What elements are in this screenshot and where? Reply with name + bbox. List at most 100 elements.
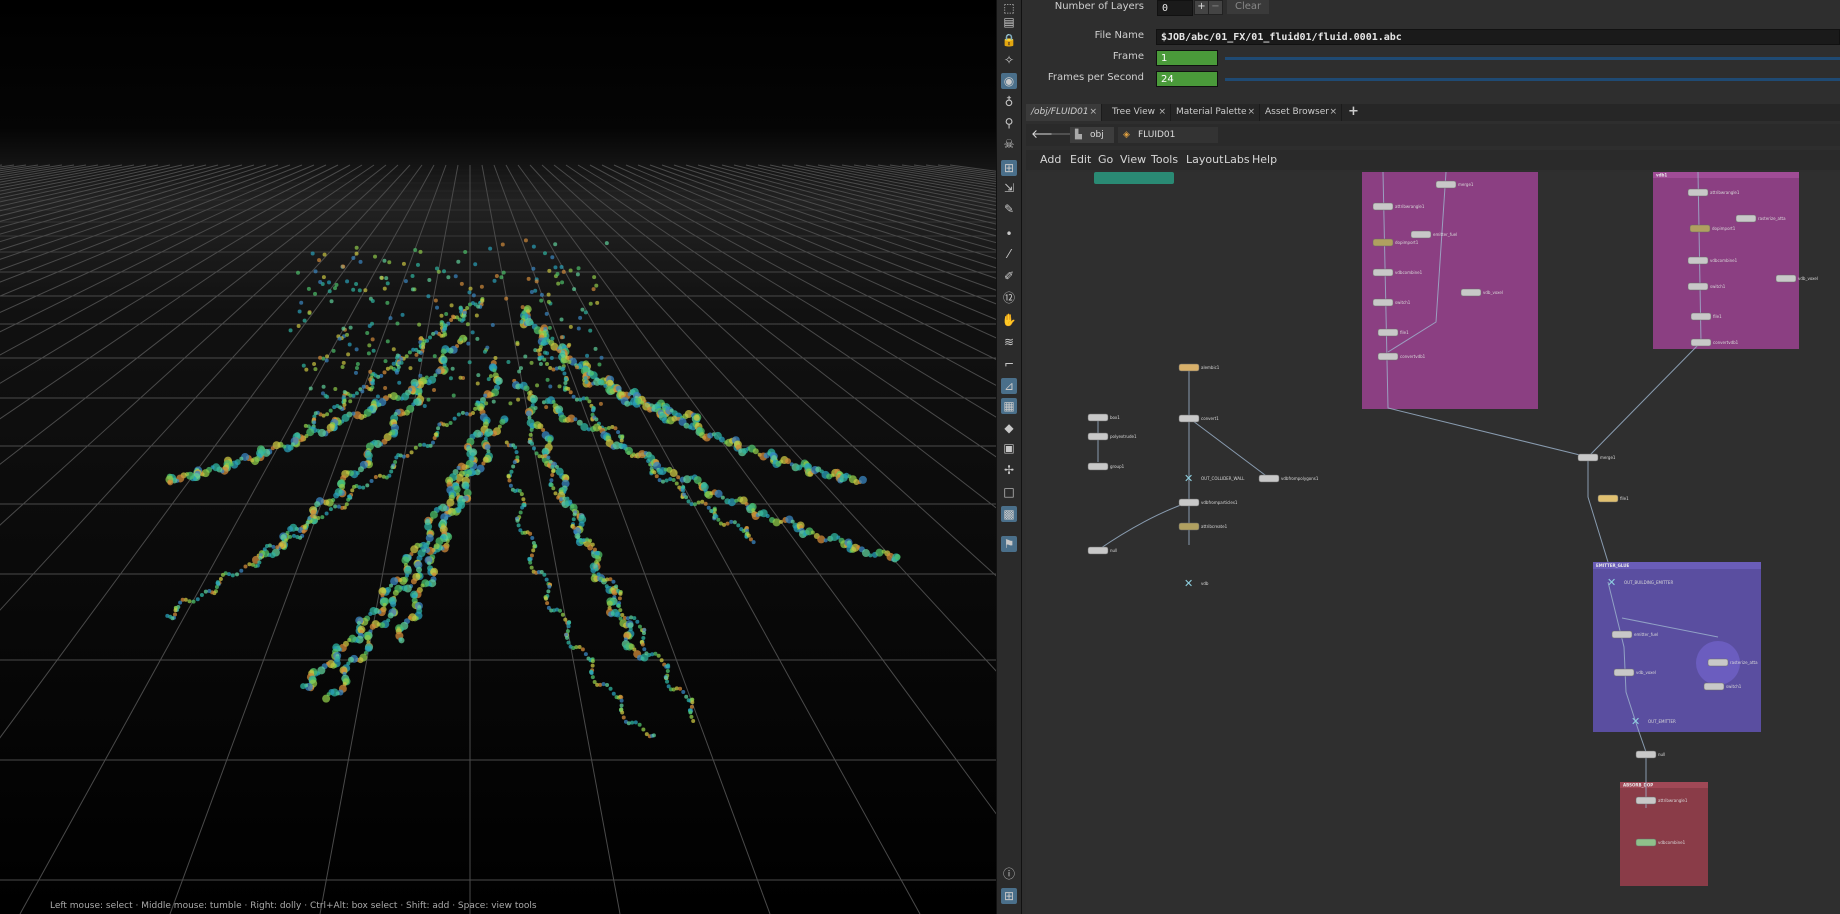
fps-input[interactable]: 24: [1156, 71, 1218, 87]
path-root[interactable]: ▙ obj: [1070, 127, 1114, 143]
network-node-OUT_COLLIDER_WALL[interactable]: ✕ OUT_COLLIDER_WALL: [1184, 472, 1245, 485]
emitter-network-box[interactable]: [1593, 562, 1761, 732]
diamond-icon[interactable]: ◆: [1001, 420, 1017, 436]
file-name-input[interactable]: $JOB/abc/01_FX/01_fluid01/fluid.0001.abc: [1156, 29, 1840, 45]
network-node-emitter_fuel[interactable]: emitter_fuel: [1611, 630, 1658, 639]
network-node-attribwrangle1[interactable]: attribwrangle1: [1372, 202, 1425, 211]
image-icon[interactable]: ▣: [1001, 440, 1017, 456]
network-node-rasterize_atta[interactable]: rasterize_atta: [1735, 214, 1786, 223]
network-node-box1[interactable]: box1: [1087, 413, 1120, 422]
network-node-convertvdb1[interactable]: convertvdb1: [1377, 352, 1426, 361]
network-node-merge1[interactable]: merge1: [1435, 180, 1474, 189]
menu-go[interactable]: Go: [1098, 150, 1113, 170]
network-node-vdbcombine1[interactable]: vdbcombine1: [1687, 256, 1738, 265]
network-node-dopimport1[interactable]: dopimport1: [1372, 238, 1419, 247]
add-tab-button[interactable]: +: [1344, 104, 1362, 121]
network-node-switch1[interactable]: switch1: [1687, 282, 1726, 291]
network-node-emitter_fuel[interactable]: emitter_fuel: [1410, 230, 1457, 239]
network-node-convert1[interactable]: convert1: [1178, 414, 1219, 423]
menu-help[interactable]: Help: [1252, 150, 1277, 170]
network-canvas[interactable]: vdb1 EMITTER_GLUE ABSORB_DOP alembic1con…: [1026, 172, 1840, 914]
viewport-canvas[interactable]: [0, 0, 996, 914]
network-node-polyextrude1[interactable]: polyextrude1: [1087, 432, 1137, 441]
close-icon[interactable]: ×: [1089, 104, 1097, 121]
network-node-attribwrangle1[interactable]: attribwrangle1: [1687, 188, 1740, 197]
menu-labs[interactable]: Labs: [1224, 150, 1250, 170]
menu-view[interactable]: View: [1120, 150, 1146, 170]
node-body: [1687, 256, 1709, 265]
menu-tools[interactable]: Tools: [1151, 150, 1178, 170]
pose-icon[interactable]: ⇲: [1001, 180, 1017, 196]
network-node-rasterize_atta[interactable]: rasterize_atta: [1707, 658, 1758, 667]
network-node-attribwrangle1[interactable]: attribwrangle1: [1635, 796, 1688, 805]
network-node-null[interactable]: null: [1087, 546, 1117, 555]
viewport-3d[interactable]: Left mouse: select · Middle mouse: tumbl…: [0, 0, 996, 914]
network-node-null[interactable]: null: [1635, 750, 1665, 759]
remove-layer-button[interactable]: −: [1208, 0, 1223, 15]
sphere-icon[interactable]: ◉: [1001, 73, 1017, 89]
view-icon[interactable]: ✧: [1001, 52, 1017, 68]
square-icon[interactable]: □: [1001, 484, 1017, 500]
frame-input[interactable]: 1: [1156, 50, 1218, 66]
add-layer-button[interactable]: +: [1194, 0, 1209, 15]
pen-icon[interactable]: ✐: [1001, 268, 1017, 284]
brush-icon[interactable]: ⁄: [1001, 246, 1017, 262]
info-icon[interactable]: ⓘ: [1001, 866, 1017, 882]
skull-icon[interactable]: ☠: [1001, 136, 1017, 152]
network-node-merge1[interactable]: merge1: [1577, 453, 1616, 462]
network-node-switch1[interactable]: switch1: [1703, 682, 1742, 691]
menu-add[interactable]: Add: [1040, 150, 1061, 170]
fps-slider[interactable]: [1225, 78, 1840, 81]
menu-layout[interactable]: Layout: [1186, 150, 1223, 170]
snap-icon[interactable]: ⊿: [1001, 378, 1017, 394]
camera-icon[interactable]: ▩: [1001, 506, 1017, 522]
network-node-dopimport1[interactable]: dopimport1: [1689, 224, 1736, 233]
network-node-alembic1[interactable]: alembic1: [1178, 363, 1220, 372]
network-node-vdb[interactable]: ✕ vdb: [1184, 577, 1209, 590]
close-icon[interactable]: ×: [1329, 104, 1337, 121]
node-label: attribcreate1: [1201, 524, 1228, 529]
network-node-vdbfromparticles1[interactable]: vdbfromparticles1: [1178, 498, 1238, 507]
layers-input[interactable]: 0: [1157, 0, 1193, 16]
node-body: [1707, 658, 1729, 667]
handle-icon[interactable]: ⊞: [1001, 160, 1017, 176]
network-node-vdbcombine1[interactable]: vdbcombine1: [1635, 838, 1686, 847]
close-icon[interactable]: ×: [1158, 104, 1166, 121]
right-pane: Number of Layers 0 + − Clear File Name $…: [1022, 0, 1840, 914]
network-editor[interactable]: vdb1 EMITTER_GLUE ABSORB_DOP alembic1 co…: [1026, 172, 1840, 914]
network-node-vdbfrompolygons1[interactable]: vdbfrompolygons1: [1258, 474, 1319, 483]
tab-material-palette[interactable]: Material Palette ×: [1171, 104, 1260, 121]
teal-network-box[interactable]: [1094, 172, 1174, 184]
network-node-file1[interactable]: file1: [1377, 328, 1409, 337]
network-node-file1[interactable]: file1: [1690, 312, 1722, 321]
tab-asset-browser[interactable]: Asset Browser ×: [1260, 104, 1342, 121]
edit-icon[interactable]: ✎: [1001, 201, 1017, 217]
point-icon[interactable]: •: [1001, 226, 1017, 242]
node-body: [1435, 180, 1457, 189]
network-node-group1[interactable]: group1: [1087, 462, 1125, 471]
network-node-convertvdb1[interactable]: convertvdb1: [1690, 338, 1739, 347]
clear-button[interactable]: Clear: [1227, 0, 1270, 14]
paint-icon[interactable]: ≋: [1001, 334, 1017, 350]
path-current[interactable]: ◈ FLUID01: [1118, 127, 1218, 143]
lock-icon[interactable]: 🔒: [1001, 32, 1017, 48]
frame-icon[interactable]: ⌐: [1001, 356, 1017, 372]
bulb-icon[interactable]: ⚲: [1001, 115, 1017, 131]
network-node-switch1[interactable]: switch1: [1372, 298, 1411, 307]
tab-network[interactable]: /obj/FLUID01 ×: [1026, 104, 1102, 121]
layout-icon[interactable]: ⊞: [1001, 888, 1017, 904]
tab-tree-view[interactable]: Tree View ×: [1107, 104, 1171, 121]
frame-slider[interactable]: [1225, 57, 1840, 60]
grid-icon[interactable]: ▦: [1001, 398, 1017, 414]
light-icon[interactable]: ♁: [1001, 94, 1017, 110]
axis-icon[interactable]: ✢: [1001, 462, 1017, 478]
numbered-icon[interactable]: ⑫: [1001, 290, 1017, 306]
hand-icon[interactable]: ✋: [1001, 312, 1017, 328]
pin-icon[interactable]: ⚑: [1001, 536, 1017, 552]
menu-edit[interactable]: Edit: [1070, 150, 1091, 170]
close-icon[interactable]: ×: [1247, 104, 1255, 121]
ghost-icon[interactable]: ▤: [1001, 14, 1017, 30]
network-node-file1[interactable]: file1: [1597, 494, 1629, 503]
network-node-vdbcombine1[interactable]: vdbcombine1: [1372, 268, 1423, 277]
network-node-attribcreate1[interactable]: attribcreate1: [1178, 522, 1228, 531]
